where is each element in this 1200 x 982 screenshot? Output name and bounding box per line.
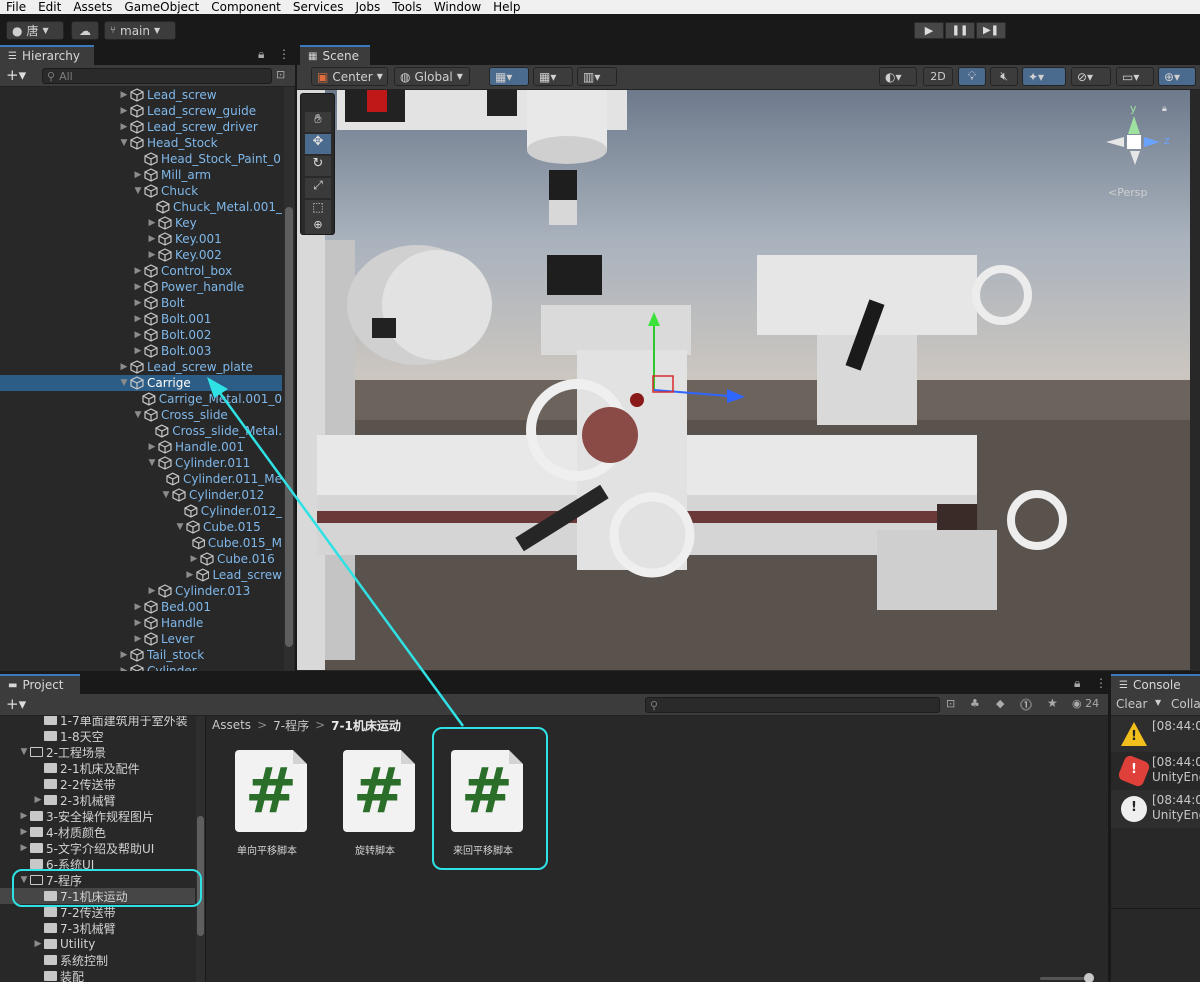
drag-arrow-annotation: [207, 377, 465, 727]
arrow-line: [218, 392, 465, 727]
arrow-head: [207, 377, 228, 398]
